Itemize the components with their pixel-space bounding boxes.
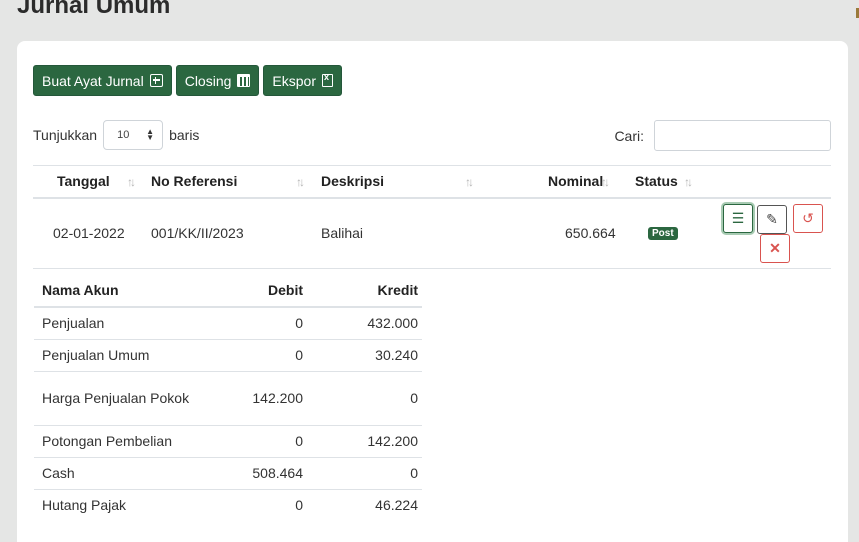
file-excel-icon: [321, 72, 333, 87]
header-tanggal[interactable]: Tanggal: [57, 173, 110, 189]
closing-button[interactable]: Closing: [175, 65, 260, 96]
cell-no-referensi: 001/KK/II/2023: [151, 225, 244, 241]
journal-detail-table: Nama Akun Debit Kredit Penjualan 0 432.0…: [34, 274, 422, 521]
detail-debit: 142.200: [202, 370, 307, 425]
export-label: Ekspor: [272, 72, 316, 89]
detail-kredit: 0: [307, 370, 422, 425]
detail-debit: 0: [202, 306, 307, 339]
detail-akun: Hutang Pajak: [34, 488, 202, 521]
search-label: Cari:: [614, 127, 644, 144]
detail-row: Hutang Pajak 0 46.224: [34, 488, 422, 521]
length-prefix: Tunjukkan: [33, 127, 98, 143]
create-journal-label: Buat Ayat Jurnal: [42, 72, 144, 89]
page-title: Jurnal Umum: [17, 0, 171, 19]
status-badge: Post: [648, 227, 678, 240]
delete-button[interactable]: ✕: [760, 234, 790, 263]
detail-button[interactable]: ☰: [723, 204, 753, 233]
closing-label: Closing: [184, 72, 232, 89]
header-deskripsi[interactable]: Deskripsi: [321, 173, 384, 189]
detail-akun: Cash: [34, 456, 202, 489]
cell-nominal: 650.664: [565, 225, 616, 241]
search-control: Cari:: [614, 120, 831, 151]
detail-kredit: 46.224: [307, 488, 422, 521]
sort-icon: ↑↓: [465, 175, 474, 189]
detail-row: Penjualan Umum 0 30.240: [34, 338, 422, 371]
plus-square-icon: [149, 74, 163, 87]
page-length-control: Tunjukkan 10 ▲ ▼ baris: [33, 120, 199, 150]
detail-debit: 0: [202, 488, 307, 521]
table-header: Tanggal ↑↓ No Referensi ↑↓ Deskripsi ↑↓ …: [33, 165, 831, 199]
header-status[interactable]: Status: [635, 173, 678, 189]
toolbar: Buat Ayat Jurnal Closing Ekspor: [33, 65, 342, 96]
detail-header-akun: Nama Akun: [34, 274, 202, 308]
detail-row: Penjualan 0 432.000: [34, 306, 422, 339]
search-input[interactable]: [654, 120, 831, 151]
detail-kredit: 142.200: [307, 424, 422, 457]
edit-icon: ✎: [766, 211, 778, 227]
detail-kredit: 432.000: [307, 306, 422, 339]
sort-icon: ↑↓: [127, 175, 136, 189]
updown-icon: ▲ ▼: [146, 127, 155, 142]
detail-debit: 0: [202, 338, 307, 371]
undo-icon: ↺: [802, 210, 814, 226]
create-journal-button[interactable]: Buat Ayat Jurnal: [33, 65, 172, 96]
list-icon: ☰: [731, 210, 745, 226]
detail-header-kredit: Kredit: [307, 274, 422, 308]
cell-tanggal: 02-01-2022: [53, 225, 125, 241]
page-length-select[interactable]: 10 ▲ ▼: [103, 120, 164, 150]
detail-debit: 0: [202, 424, 307, 457]
detail-header-debit: Debit: [202, 274, 307, 308]
detail-debit: 508.464: [202, 456, 307, 489]
table-row: 02-01-2022 001/KK/II/2023 Balihai 650.66…: [33, 199, 831, 269]
edit-button[interactable]: ✎: [757, 205, 787, 234]
detail-row: Cash 508.464 0: [34, 456, 422, 489]
detail-row: Potongan Pembelian 0 142.200: [34, 424, 422, 457]
detail-akun: Penjualan: [34, 306, 202, 339]
detail-akun: Harga Penjualan Pokok: [34, 370, 202, 425]
sort-icon: ↑↓: [601, 175, 610, 189]
calendar-icon: [237, 74, 251, 87]
undo-button[interactable]: ↺: [793, 204, 823, 233]
sort-icon: ↑↓: [684, 175, 693, 189]
detail-kredit: 30.240: [307, 338, 422, 371]
page-length-value: 10: [117, 129, 130, 141]
header-nominal[interactable]: Nominal: [548, 173, 603, 189]
export-button[interactable]: Ekspor: [263, 65, 342, 96]
detail-kredit: 0: [307, 456, 422, 489]
close-icon: ✕: [769, 240, 781, 256]
length-suffix: baris: [169, 127, 200, 143]
detail-akun: Penjualan Umum: [34, 338, 202, 371]
detail-row: Harga Penjualan Pokok 142.200 0: [34, 370, 422, 425]
cell-deskripsi: Balihai: [321, 225, 364, 241]
sort-icon: ↑↓: [296, 175, 305, 189]
journal-card: Buat Ayat Jurnal Closing Ekspor Tunjukka…: [17, 41, 848, 542]
header-no-referensi[interactable]: No Referensi: [151, 173, 237, 189]
detail-akun: Potongan Pembelian: [34, 424, 202, 457]
